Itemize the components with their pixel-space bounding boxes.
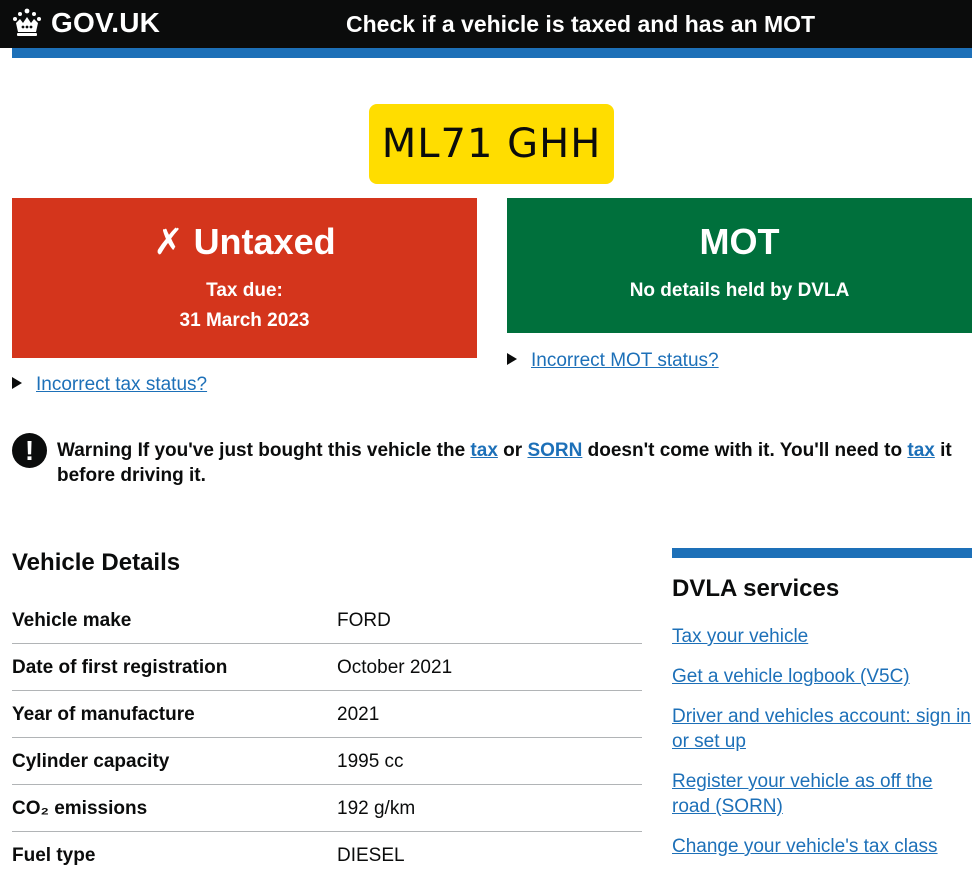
table-row: Year of manufacture 2021 bbox=[12, 691, 642, 738]
row-value: FORD bbox=[337, 610, 391, 631]
registration-plate: ML71 GHH bbox=[369, 104, 614, 184]
table-row: Vehicle make FORD bbox=[12, 597, 642, 644]
vehicle-details-heading: Vehicle Details bbox=[12, 549, 181, 576]
row-value: 192 g/km bbox=[337, 798, 416, 819]
driver-account-link[interactable]: Driver and vehicles account: sign in or … bbox=[672, 706, 971, 752]
triangle-right-icon bbox=[12, 376, 22, 389]
warning-text: Warning If you've just bought this vehic… bbox=[57, 438, 972, 488]
mot-status-title: MOT bbox=[699, 221, 780, 262]
list-item: Change your vehicle's tax class bbox=[672, 834, 972, 859]
list-item: Register your vehicle as off the road (S… bbox=[672, 769, 972, 819]
sorn-register-link[interactable]: Register your vehicle as off the road (S… bbox=[672, 771, 933, 817]
warning-text-part: doesn't come with it. You'll need to bbox=[582, 440, 908, 461]
warning-icon: ! bbox=[12, 433, 47, 468]
crown-icon[interactable] bbox=[11, 7, 43, 39]
site-header: GOV.UK Check if a vehicle is taxed and h… bbox=[0, 0, 972, 48]
sorn-link[interactable]: SORN bbox=[527, 440, 582, 461]
services-list: Tax your vehicle Get a vehicle logbook (… bbox=[672, 624, 972, 874]
table-row: Date of first registration October 2021 bbox=[12, 644, 642, 691]
cross-icon: ✗ bbox=[153, 221, 184, 262]
row-value: 2021 bbox=[337, 704, 380, 725]
table-row: Fuel type DIESEL bbox=[12, 832, 642, 878]
row-value: 1995 cc bbox=[337, 751, 404, 772]
warning-text-part: If you've just bought this vehicle the bbox=[132, 440, 471, 461]
tax-due-date: 31 March 2023 bbox=[179, 310, 310, 331]
tax-link[interactable]: tax bbox=[470, 440, 497, 461]
row-key: Fuel type bbox=[12, 845, 96, 866]
govuk-logo-text[interactable]: GOV.UK bbox=[51, 6, 160, 40]
row-value: October 2021 bbox=[337, 657, 453, 678]
tax-status-label: Untaxed bbox=[193, 221, 336, 262]
triangle-right-icon bbox=[507, 352, 517, 365]
tax-status-panel: ✗ Untaxed Tax due: 31 March 2023 bbox=[12, 198, 477, 358]
service-name[interactable]: Check if a vehicle is taxed and has an M… bbox=[346, 9, 815, 39]
vehicle-details-table: Vehicle make FORD Date of first registra… bbox=[12, 597, 642, 878]
change-tax-class-link[interactable]: Change your vehicle's tax class bbox=[672, 836, 938, 857]
row-key: CO₂ emissions bbox=[12, 798, 148, 819]
tax-link-2[interactable]: tax bbox=[907, 440, 934, 461]
vehicle-logbook-link[interactable]: Get a vehicle logbook (V5C) bbox=[672, 666, 910, 687]
incorrect-tax-status-toggle[interactable]: Incorrect tax status? bbox=[12, 373, 207, 397]
row-key: Vehicle make bbox=[12, 610, 132, 631]
table-row: CO₂ emissions 192 g/km bbox=[12, 785, 642, 832]
list-item: Driver and vehicles account: sign in or … bbox=[672, 704, 972, 754]
tax-your-vehicle-link[interactable]: Tax your vehicle bbox=[672, 626, 808, 647]
mot-status-detail: No details held by DVLA bbox=[629, 280, 850, 301]
incorrect-mot-status-toggle[interactable]: Incorrect MOT status? bbox=[507, 349, 719, 373]
row-key: Date of first registration bbox=[12, 657, 228, 678]
warning-text-part: or bbox=[497, 440, 528, 461]
services-accent-bar bbox=[672, 548, 972, 558]
tax-status-title: ✗ Untaxed bbox=[12, 220, 477, 264]
incorrect-tax-status-link[interactable]: Incorrect tax status? bbox=[36, 374, 207, 395]
tax-due-label: Tax due: bbox=[206, 280, 283, 301]
services-heading: DVLA services bbox=[672, 575, 840, 602]
row-key: Year of manufacture bbox=[12, 704, 195, 725]
list-item: Tax your vehicle bbox=[672, 624, 972, 649]
incorrect-mot-status-link[interactable]: Incorrect MOT status? bbox=[531, 350, 719, 371]
warning-prefix: Warning bbox=[57, 440, 133, 461]
row-key: Cylinder capacity bbox=[12, 751, 170, 772]
list-item: Get a vehicle logbook (V5C) bbox=[672, 664, 972, 689]
row-value: DIESEL bbox=[337, 845, 405, 866]
table-row: Cylinder capacity 1995 cc bbox=[12, 738, 642, 785]
header-stripe bbox=[12, 48, 972, 58]
mot-status-panel: MOT No details held by DVLA bbox=[507, 198, 972, 333]
